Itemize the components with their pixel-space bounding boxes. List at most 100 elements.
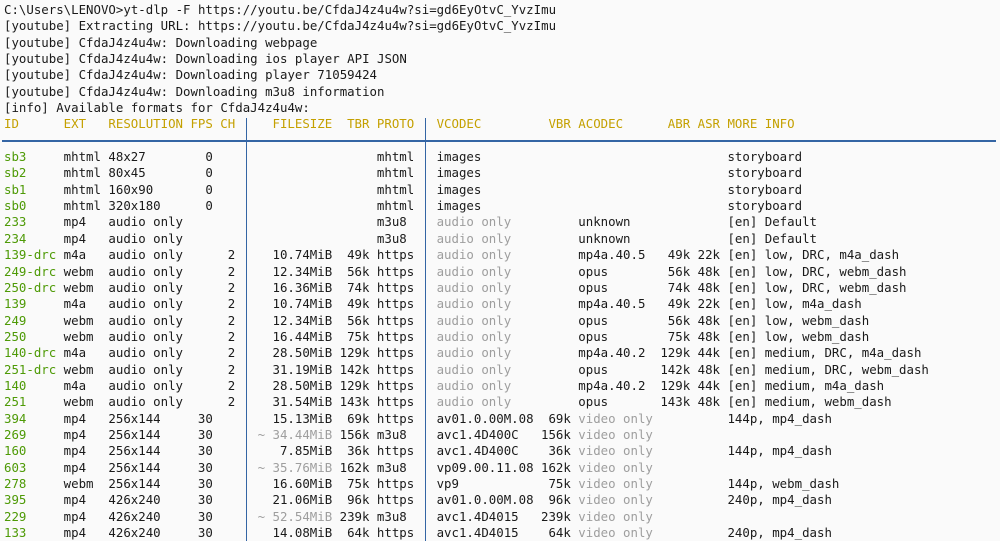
format-vbr <box>541 198 578 214</box>
format-more-info: storyboard <box>727 149 803 165</box>
format-row: 250 webm audio only 2 16.44MiB 75k https… <box>4 329 1000 345</box>
format-ext: webm <box>63 263 94 279</box>
format-channels: 2 <box>227 312 236 328</box>
format-more-info: 240p, mp4_dash <box>727 492 832 508</box>
format-acodec <box>578 198 660 214</box>
format-vbr <box>541 378 578 394</box>
format-proto: m3u8 <box>376 214 407 230</box>
format-tbr: 74k <box>347 279 370 295</box>
format-more-info: [en] low, DRC, m4a_dash <box>727 247 900 263</box>
format-resolution: 80x45 <box>108 165 146 181</box>
format-filesize: 12.34MiB <box>272 312 333 328</box>
format-row: 233 mp4 audio only m3u8 audio only unkno… <box>4 214 1000 230</box>
format-vcodec: audio only <box>436 312 512 328</box>
format-proto: https <box>376 410 415 426</box>
format-row: 160 mp4 256x144 30 7.85MiB 36k https avc… <box>4 443 1000 459</box>
log-line-extracting-url: [youtube] Extracting URL: https://youtu.… <box>4 18 557 34</box>
header-ch: CH <box>220 116 236 132</box>
format-proto: m3u8 <box>376 459 407 475</box>
format-proto: https <box>376 525 415 540</box>
format-channels: 2 <box>227 394 236 410</box>
format-tbr: 49k <box>347 247 370 263</box>
format-vcodec: audio only <box>436 214 512 230</box>
format-filesize: 15.13MiB <box>272 410 333 426</box>
format-vbr <box>541 280 578 296</box>
format-id: sb1 <box>4 181 27 197</box>
format-vcodec: audio only <box>436 361 512 377</box>
format-abr <box>660 214 697 230</box>
format-id: 140-drc <box>4 345 57 361</box>
format-vcodec: avc1.4D400C <box>436 426 519 442</box>
format-filesize: 12.34MiB <box>272 263 333 279</box>
terminal-screen[interactable]: C:\Users\LENOVO>yt-dlp -F https://youtu.… <box>0 0 1000 541</box>
log-line-available-formats: [info] Available formats for CfdaJ4z4u4w… <box>4 100 310 116</box>
format-id: 269 <box>4 426 27 442</box>
format-filesize: ~ 52.54MiB <box>257 508 333 524</box>
header-resolution: RESOLUTION <box>108 116 184 132</box>
format-more-info: [en] medium, webm_dash <box>727 394 892 410</box>
format-channels: 2 <box>227 279 236 295</box>
format-abr <box>660 149 697 165</box>
format-asr: 44k <box>697 345 721 361</box>
format-vbr <box>541 182 578 198</box>
format-filesize: 10.74MiB <box>272 296 333 312</box>
format-tbr: 96k <box>347 492 370 508</box>
log-line-downloading-ios-api: [youtube] CfdaJ4z4u4w: Downloading ios p… <box>4 51 407 67</box>
format-fps <box>190 378 220 394</box>
format-more-info: [en] low, DRC, webm_dash <box>727 279 907 295</box>
format-vcodec: audio only <box>436 345 512 361</box>
format-filesize: 7.85MiB <box>279 443 333 459</box>
format-resolution: audio only <box>108 230 184 246</box>
format-asr <box>698 460 728 476</box>
format-resolution: audio only <box>108 296 184 312</box>
format-row: 278 webm 256x144 30 16.60MiB 75k https v… <box>4 476 1000 492</box>
format-asr <box>698 198 728 214</box>
format-vbr <box>541 149 578 165</box>
format-ext: mp4 <box>63 214 87 230</box>
format-ext: m4a <box>63 345 87 361</box>
format-id: 395 <box>4 492 27 508</box>
format-abr <box>660 509 697 525</box>
format-resolution: audio only <box>108 247 184 263</box>
format-table-body: sb3 mhtml 48x27 0 mhtml images storyboar… <box>4 149 1000 541</box>
format-vbr: 156k <box>541 426 571 442</box>
format-resolution: audio only <box>108 377 184 393</box>
format-resolution: 256x144 <box>108 459 161 475</box>
format-ext: mhtml <box>63 198 101 214</box>
format-vcodec: av01.0.00M.08 <box>436 492 534 508</box>
format-ext: webm <box>63 475 94 491</box>
format-row: 395 mp4 426x240 30 21.06MiB 96k https av… <box>4 492 1000 508</box>
format-id: 249 <box>4 312 27 328</box>
header-proto: PROTO <box>376 116 415 132</box>
format-proto: https <box>376 247 415 263</box>
format-resolution: audio only <box>108 263 184 279</box>
format-ext: mhtml <box>63 181 101 197</box>
format-abr: 129k <box>660 345 691 361</box>
format-proto: https <box>376 475 415 491</box>
format-vbr: 96k <box>548 492 571 508</box>
format-fps <box>190 313 220 329</box>
format-id: 603 <box>4 459 27 475</box>
format-acodec <box>578 182 660 198</box>
log-line-downloading-webpage: [youtube] CfdaJ4z4u4w: Downloading webpa… <box>4 34 318 50</box>
format-row: 140-drc m4a audio only 2 28.50MiB 129k h… <box>4 345 1000 361</box>
format-vbr: 69k <box>548 410 571 426</box>
format-id: 233 <box>4 214 27 230</box>
format-acodec: mp4a.40.5 <box>578 296 646 312</box>
format-id: 139-drc <box>4 247 57 263</box>
format-abr <box>660 443 697 459</box>
format-filesize: ~ 35.76MiB <box>257 459 333 475</box>
format-tbr: 64k <box>347 525 370 540</box>
format-acodec: unknown <box>578 230 631 246</box>
format-asr <box>698 231 728 247</box>
format-vcodec: audio only <box>436 230 512 246</box>
format-channels: 2 <box>227 296 236 312</box>
format-ext: mp4 <box>63 426 87 442</box>
format-fps <box>190 394 220 410</box>
format-fps: 0 <box>205 181 213 197</box>
format-fps: 0 <box>205 149 213 165</box>
format-vbr <box>541 247 578 263</box>
format-more-info <box>727 460 1000 476</box>
format-vbr: 162k <box>541 459 571 475</box>
format-row: 269 mp4 256x144 30 ~ 34.44MiB 156k m3u8 … <box>4 427 1000 443</box>
